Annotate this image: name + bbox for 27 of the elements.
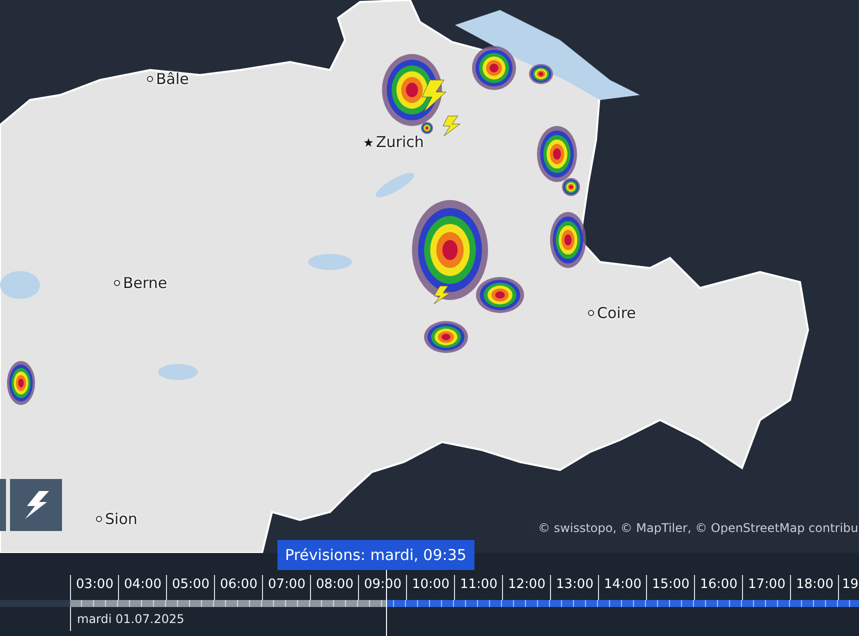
hour-label[interactable]: 05:00 (167, 575, 210, 592)
hour-label[interactable]: 04:00 (119, 575, 162, 592)
city-label: Coire (597, 304, 636, 322)
forecast-time-badge: Prévisions: mardi, 09:35 (277, 540, 474, 570)
hour-label[interactable]: 03:00 (71, 575, 114, 592)
hour-label[interactable]: 16:00 (695, 575, 738, 592)
capital-star-icon (364, 138, 373, 146)
hour-label[interactable]: 07:00 (263, 575, 306, 592)
hour-label[interactable]: 14:00 (599, 575, 642, 592)
hour-label[interactable]: 06:00 (215, 575, 258, 592)
hour-label[interactable]: 18:00 (791, 575, 834, 592)
city-label: Zurich (376, 133, 424, 151)
lightning-button[interactable] (10, 479, 62, 531)
hour-label[interactable]: 12:00 (503, 575, 546, 592)
hour-label[interactable]: 11:00 (455, 575, 498, 592)
hour-label[interactable]: 17:00 (743, 575, 786, 592)
time-cursor[interactable] (386, 570, 387, 636)
city-label: Sion (105, 510, 138, 528)
lightning-icon (23, 491, 49, 519)
hour-label[interactable]: 13:00 (551, 575, 594, 592)
city-label: Berne (123, 274, 168, 292)
hour-label[interactable]: 10:00 (407, 575, 450, 592)
timeline-date: mardi 01.07.2025 (70, 607, 184, 631)
hour-label[interactable]: 15:00 (647, 575, 690, 592)
hour-label[interactable]: 19 (839, 575, 859, 592)
hour-label[interactable]: 08:00 (311, 575, 354, 592)
city-label: Bâle (156, 70, 189, 88)
